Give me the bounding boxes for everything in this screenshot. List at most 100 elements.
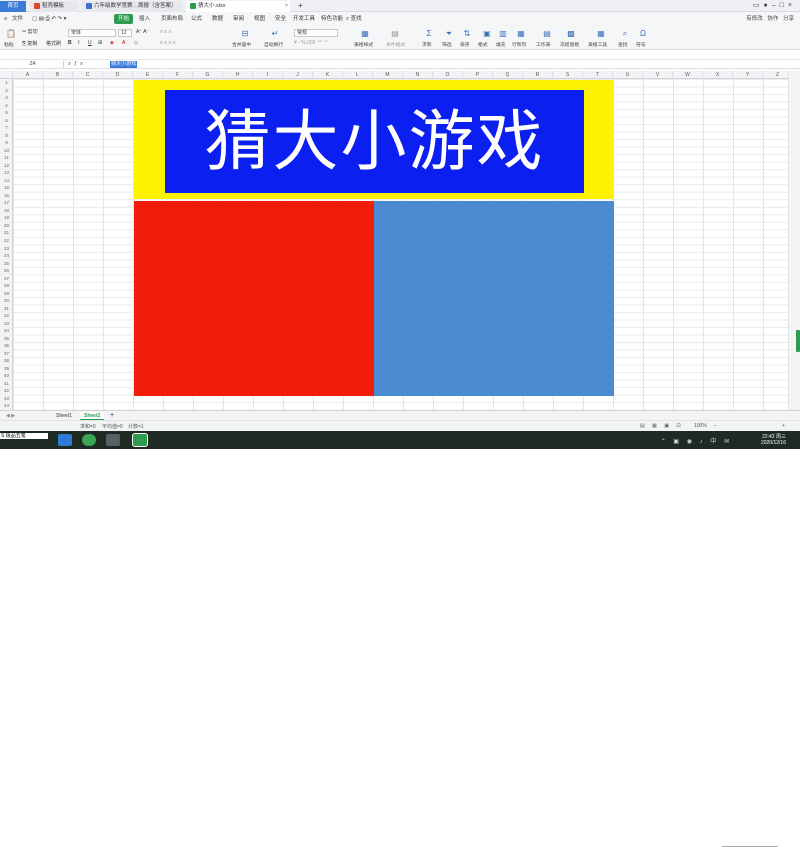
- hamburger-icon[interactable]: ≡: [2, 14, 9, 24]
- vertical-scrollbar[interactable]: [788, 71, 800, 412]
- ime-indicator[interactable]: S 极品五笔: [0, 433, 48, 439]
- row-header-cell[interactable]: 10: [0, 147, 13, 155]
- row-header-cell[interactable]: 17: [0, 199, 13, 207]
- sheet-nav-icons[interactable]: ◀ ▶: [2, 412, 19, 420]
- row-header-cell[interactable]: 30: [0, 297, 13, 305]
- row-header-cell[interactable]: 31: [0, 305, 13, 313]
- column-header-cell[interactable]: M: [373, 71, 403, 79]
- row-header-cell[interactable]: 36: [0, 342, 13, 350]
- row-header-cell[interactable]: 6: [0, 117, 13, 125]
- fill-icon[interactable]: ▥: [496, 28, 510, 39]
- font-grow-icon[interactable]: A⁺ A⁻: [136, 29, 149, 35]
- row-header-cell[interactable]: 25: [0, 260, 13, 268]
- tab-home[interactable]: 首页: [0, 1, 26, 12]
- wrap-icon[interactable]: ↵: [268, 28, 282, 39]
- row-header-cell[interactable]: 38: [0, 357, 13, 365]
- tab-word-document[interactable]: 六年级数学竞赛…周报（含答案）: [82, 1, 182, 12]
- column-header-cell[interactable]: Q: [493, 71, 523, 79]
- cell-style-select[interactable]: 常规: [294, 29, 338, 37]
- fill-color-icon[interactable]: ◈: [110, 40, 114, 46]
- column-header-cell[interactable]: V: [643, 71, 673, 79]
- column-header-cell[interactable]: N: [403, 71, 433, 79]
- copy-button[interactable]: ⎘ 复制: [22, 40, 37, 47]
- menu-security[interactable]: 安全: [273, 14, 288, 24]
- row-header-cell[interactable]: 11: [0, 154, 13, 162]
- row-header-cell[interactable]: 40: [0, 372, 13, 380]
- row-header-cell[interactable]: 27: [0, 275, 13, 283]
- row-header-cell[interactable]: 14: [0, 177, 13, 185]
- row-header-cell[interactable]: 4: [0, 102, 13, 110]
- app-icon[interactable]: [106, 434, 120, 446]
- row-col-icon[interactable]: ▦: [514, 28, 528, 39]
- column-header-cell[interactable]: O: [433, 71, 463, 79]
- menu-insert[interactable]: 插入: [137, 14, 152, 24]
- column-header-cell[interactable]: H: [223, 71, 253, 79]
- name-box[interactable]: Z4: [2, 61, 64, 68]
- column-header-cell[interactable]: D: [103, 71, 133, 79]
- underline-icon[interactable]: U: [88, 40, 92, 46]
- explorer-icon[interactable]: [58, 434, 72, 446]
- sort-icon[interactable]: ⇅: [460, 28, 474, 39]
- row-header-cell[interactable]: 34: [0, 327, 13, 335]
- wps-icon[interactable]: [132, 433, 148, 447]
- zoom-level[interactable]: 100%: [694, 423, 707, 429]
- menu-file[interactable]: 文件: [10, 14, 25, 24]
- column-header-cell[interactable]: E: [133, 71, 163, 79]
- zoom-in-icon[interactable]: +: [782, 423, 785, 429]
- column-header-cell[interactable]: Y: [733, 71, 763, 79]
- guess-big-panel[interactable]: [134, 201, 374, 396]
- row-header-cell[interactable]: 35: [0, 335, 13, 343]
- border-icon[interactable]: ⊞: [98, 40, 102, 46]
- maximize-icon[interactable]: □: [780, 2, 788, 9]
- row-header-cell[interactable]: 22: [0, 237, 13, 245]
- column-header-cell[interactable]: K: [313, 71, 343, 79]
- symbol-icon[interactable]: Ω: [636, 28, 650, 39]
- avatar[interactable]: ●: [764, 2, 772, 9]
- share-button[interactable]: 分享: [783, 16, 794, 22]
- menu-view[interactable]: 视图: [252, 14, 267, 24]
- select-all-corner[interactable]: [0, 71, 13, 79]
- new-tab-button[interactable]: +: [294, 1, 304, 12]
- menu-dev-tools[interactable]: 开发工具: [291, 14, 317, 24]
- sheet-tab-2[interactable]: Sheet2: [80, 412, 105, 420]
- browser-icon[interactable]: [82, 434, 96, 446]
- close-icon[interactable]: ×: [788, 2, 796, 9]
- row-header-cell[interactable]: 8: [0, 132, 13, 140]
- column-header-cell[interactable]: F: [163, 71, 193, 79]
- scroll-thumb[interactable]: [796, 330, 800, 352]
- row-header-cell[interactable]: 29: [0, 290, 13, 298]
- guess-small-panel[interactable]: [374, 201, 614, 396]
- menu-page-layout[interactable]: 页面布局: [159, 14, 185, 24]
- row-header-cell[interactable]: 18: [0, 207, 13, 215]
- layout-icon[interactable]: ▭: [753, 2, 764, 9]
- menu-search[interactable]: ⌕ 查找: [344, 14, 364, 24]
- close-tab-icon[interactable]: ×: [285, 1, 288, 12]
- paste-icon[interactable]: 📋: [4, 28, 18, 39]
- fx-icon[interactable]: ƒx: [74, 61, 86, 67]
- row-header-cell[interactable]: 15: [0, 184, 13, 192]
- row-header-cell[interactable]: 5: [0, 109, 13, 117]
- column-header-cell[interactable]: G: [193, 71, 223, 79]
- sheet-tab-1[interactable]: Sheet1: [52, 412, 76, 420]
- number-format-icons[interactable]: ¥ - % 000 ⁺⁰ ⁻⁰: [294, 40, 327, 46]
- add-sheet-button[interactable]: +: [106, 412, 118, 420]
- column-header-cell[interactable]: P: [463, 71, 493, 79]
- minimize-icon[interactable]: –: [772, 2, 780, 9]
- row-header-cell[interactable]: 21: [0, 229, 13, 237]
- column-header-cell[interactable]: X: [703, 71, 733, 79]
- view-mode-icons[interactable]: ▤ ▦ ▣ ⊡: [640, 423, 684, 429]
- column-header-cell[interactable]: U: [613, 71, 643, 79]
- row-header-cell[interactable]: 20: [0, 222, 13, 230]
- menu-data[interactable]: 数据: [210, 14, 225, 24]
- column-header-cell[interactable]: S: [553, 71, 583, 79]
- row-header-cell[interactable]: 37: [0, 350, 13, 358]
- system-tray-icons[interactable]: ⌃ ▣ ◉ ♪ 中 ✉: [661, 436, 732, 445]
- collab-button[interactable]: 协作: [767, 16, 778, 22]
- column-header-cell[interactable]: T: [583, 71, 613, 79]
- row-header-cell[interactable]: 42: [0, 387, 13, 395]
- sum-icon[interactable]: Σ: [422, 28, 436, 39]
- menu-review[interactable]: 审阅: [231, 14, 246, 24]
- cut-button[interactable]: ✂ 剪切: [22, 28, 38, 35]
- row-header-cell[interactable]: 33: [0, 320, 13, 328]
- freeze-icon[interactable]: ▩: [564, 28, 578, 39]
